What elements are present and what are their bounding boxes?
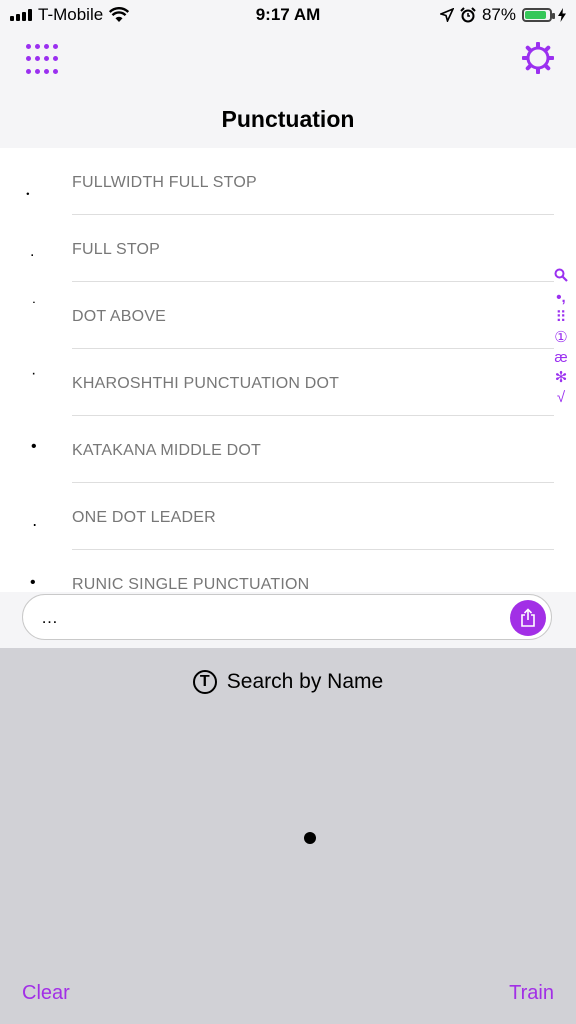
- index-latin[interactable]: æ: [554, 348, 567, 368]
- index-symbols[interactable]: ✻: [555, 368, 568, 388]
- drawn-stroke: [304, 832, 316, 844]
- char-glyph: ·: [31, 365, 37, 382]
- location-icon: [439, 8, 454, 22]
- share-button[interactable]: [510, 600, 546, 636]
- battery-percent: 87%: [481, 5, 516, 24]
- drawing-canvas[interactable]: T Search by Name Clear Train: [0, 648, 576, 1024]
- battery-icon: [522, 8, 555, 22]
- status-bar: T-Mobile 9:17 AM 87%: [0, 0, 576, 32]
- char-name: KATAKANA MIDDLE DOT: [72, 442, 262, 459]
- list-item[interactable]: • KATAKANA MIDDLE DOT: [0, 416, 576, 483]
- index-numbers[interactable]: ①: [554, 328, 567, 348]
- char-name: FULL STOP: [72, 241, 161, 258]
- char-glyph: •: [31, 438, 37, 455]
- index-braille[interactable]: ⠿: [556, 308, 567, 328]
- search-by-name-button[interactable]: T Search by Name: [0, 670, 576, 694]
- char-glyph: •: [30, 574, 36, 591]
- character-list[interactable]: ． FULLWIDTH FULL STOP . FULL STOP ˙ DOT …: [0, 148, 576, 592]
- char-glyph: .: [30, 243, 35, 260]
- character-input[interactable]: …: [22, 594, 552, 640]
- char-glyph: ․: [32, 513, 38, 530]
- char-name: RUNIC SINGLE PUNCTUATION: [72, 576, 310, 592]
- list-item[interactable]: . FULL STOP: [0, 215, 576, 282]
- index-math[interactable]: √: [557, 388, 565, 408]
- char-name: DOT ABOVE: [72, 308, 166, 325]
- charging-icon: [558, 8, 566, 22]
- alarm-icon: [460, 7, 476, 23]
- page-title: Punctuation: [221, 106, 355, 132]
- char-glyph: ．: [24, 182, 41, 199]
- battery-fill: [525, 11, 546, 19]
- char-glyph: ˙: [32, 300, 38, 317]
- char-name: ONE DOT LEADER: [72, 509, 216, 526]
- nav-bar: Punctuation: [0, 32, 576, 148]
- gear-icon[interactable]: [522, 42, 554, 74]
- train-button[interactable]: Train: [509, 982, 554, 1005]
- char-name: KHAROSHTHI PUNCTUATION DOT: [72, 375, 340, 392]
- list-item[interactable]: • RUNIC SINGLE PUNCTUATION: [0, 550, 576, 592]
- list-item[interactable]: · KHAROSHTHI PUNCTUATION DOT: [0, 349, 576, 416]
- status-right: 87%: [439, 5, 566, 25]
- index-punctuation[interactable]: •,: [556, 288, 565, 308]
- input-value: …: [41, 608, 58, 627]
- list-item[interactable]: ˙ DOT ABOVE: [0, 282, 576, 349]
- list-item[interactable]: ․ ONE DOT LEADER: [0, 483, 576, 550]
- grid-icon[interactable]: [26, 44, 60, 78]
- text-icon: T: [192, 670, 217, 694]
- share-icon: [521, 608, 535, 627]
- section-index[interactable]: •, ⠿ ① æ ✻ √: [550, 268, 572, 408]
- search-icon[interactable]: [554, 268, 568, 288]
- search-by-name-label: Search by Name: [226, 670, 384, 693]
- clear-button[interactable]: Clear: [22, 982, 70, 1005]
- list-item[interactable]: ． FULLWIDTH FULL STOP: [0, 148, 576, 215]
- char-name: FULLWIDTH FULL STOP: [72, 174, 257, 191]
